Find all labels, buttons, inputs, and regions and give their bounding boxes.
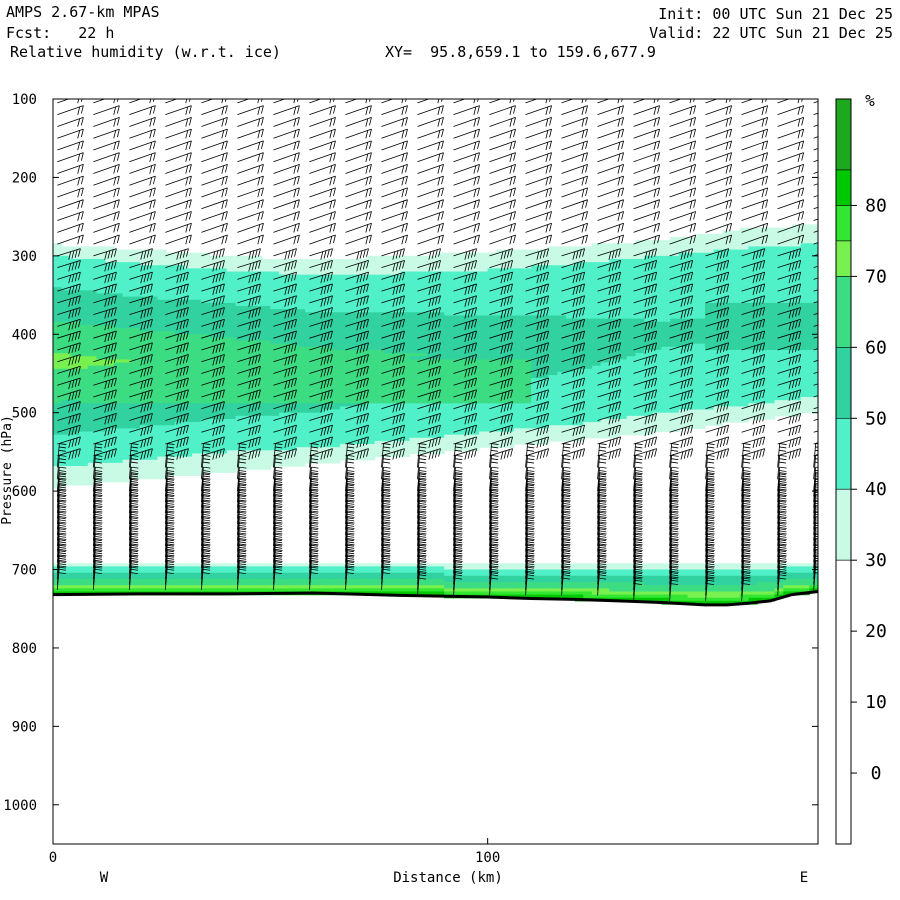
rh-cell bbox=[252, 466, 263, 470]
rh-cell bbox=[79, 481, 89, 486]
cross-section-chart: 10020030040050060070080090010000 100 8070… bbox=[0, 91, 887, 886]
rh-cell bbox=[513, 440, 524, 445]
rh-cell bbox=[478, 444, 489, 448]
rh-cell bbox=[357, 456, 367, 461]
rh-cell bbox=[296, 462, 306, 467]
rh-cell bbox=[113, 478, 124, 483]
rh-cell bbox=[174, 472, 184, 477]
rh-cell bbox=[139, 475, 150, 480]
rh-cell bbox=[322, 459, 332, 464]
rh-cell bbox=[105, 478, 115, 483]
rh-cell bbox=[279, 462, 289, 467]
rh-cell bbox=[70, 481, 80, 486]
rh-cell bbox=[192, 472, 202, 477]
rh-cell bbox=[444, 447, 454, 451]
rh-cell bbox=[505, 444, 515, 448]
rh-cell bbox=[261, 466, 271, 470]
rh-cell bbox=[557, 437, 567, 442]
rh-cell bbox=[461, 447, 471, 451]
rh-cell bbox=[209, 469, 219, 473]
rh-cell bbox=[591, 434, 602, 439]
rh-cell bbox=[226, 469, 237, 473]
rh-cell bbox=[183, 472, 193, 477]
rh-cell bbox=[548, 437, 558, 442]
rh-cell bbox=[365, 456, 376, 461]
rh-cell bbox=[331, 459, 341, 464]
rh-cell bbox=[600, 434, 610, 439]
rh-cell bbox=[400, 453, 411, 458]
rh-cell bbox=[218, 469, 228, 473]
rh-cell bbox=[409, 450, 419, 455]
rh-cell bbox=[148, 475, 158, 480]
rh-cell bbox=[287, 462, 298, 467]
